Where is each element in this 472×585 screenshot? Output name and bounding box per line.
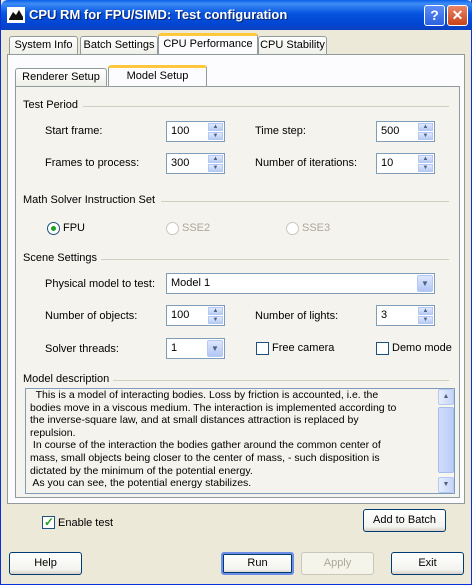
- spin-down-icon[interactable]: ▼: [208, 164, 223, 172]
- free-camera-checkbox[interactable]: [256, 342, 269, 355]
- objects-stepper[interactable]: 100 ▲ ▼: [166, 305, 225, 326]
- lights-label: Number of lights:: [255, 310, 339, 322]
- objects-value[interactable]: 100: [171, 309, 189, 321]
- demo-mode-label[interactable]: Demo mode: [392, 342, 452, 354]
- scroll-up-icon[interactable]: ▲: [438, 389, 454, 405]
- description-line: bodies move in a viscous medium. The int…: [30, 401, 397, 414]
- solver-threads-value[interactable]: 1: [171, 342, 177, 354]
- apply-button: Apply: [301, 552, 374, 575]
- tab-batch-settings[interactable]: Batch Settings: [80, 36, 158, 54]
- lights-stepper[interactable]: 3 ▲ ▼: [376, 305, 435, 326]
- description-line: the inverse-square law, and at small dis…: [30, 414, 359, 427]
- help-button[interactable]: Help: [9, 552, 82, 575]
- frames-to-process-label: Frames to process:: [45, 157, 140, 169]
- scene-settings-heading: Scene Settings: [23, 252, 97, 264]
- spin-up-icon[interactable]: ▲: [418, 307, 433, 315]
- physical-model-label: Physical model to test:: [45, 278, 156, 290]
- enable-test-checkbox[interactable]: [42, 515, 55, 529]
- description-line: mass, small objects being closer to the …: [30, 451, 380, 464]
- math-solver-divider: [161, 201, 449, 202]
- model-description-heading: Model description: [23, 373, 110, 385]
- objects-label: Number of objects:: [45, 310, 138, 322]
- spin-up-icon[interactable]: ▲: [208, 155, 223, 163]
- fpu-label[interactable]: FPU: [63, 222, 85, 234]
- frames-to-process-stepper[interactable]: 300 ▲ ▼: [166, 153, 225, 174]
- sse3-radio: [286, 222, 299, 235]
- time-step-value[interactable]: 500: [381, 125, 399, 137]
- spin-up-icon[interactable]: ▲: [418, 155, 433, 163]
- fpu-radio[interactable]: [47, 222, 60, 235]
- physical-model-select[interactable]: Model 1 ▼: [166, 273, 435, 294]
- lights-value[interactable]: 3: [381, 309, 387, 321]
- spin-up-icon[interactable]: ▲: [208, 123, 223, 131]
- tab-system-info[interactable]: System Info: [9, 36, 78, 54]
- start-frame-label: Start frame:: [45, 125, 103, 137]
- spin-up-icon[interactable]: ▲: [418, 123, 433, 131]
- solver-threads-select[interactable]: 1 ▼: [166, 338, 225, 359]
- spin-down-icon[interactable]: ▼: [418, 164, 433, 172]
- free-camera-label[interactable]: Free camera: [272, 342, 334, 354]
- frames-to-process-value[interactable]: 300: [171, 157, 189, 169]
- description-line: In course of the interaction the bodies …: [30, 439, 381, 452]
- spin-down-icon[interactable]: ▼: [208, 316, 223, 324]
- model-description-box[interactable]: This is a model of interacting bodies. L…: [25, 388, 455, 494]
- run-button[interactable]: Run: [221, 552, 294, 575]
- window-title: CPU RM for FPU/SIMD: Test configuration: [29, 7, 288, 22]
- description-line: This is a model of interacting bodies. L…: [30, 389, 379, 401]
- tab-cpu-stability[interactable]: CPU Stability: [258, 36, 327, 54]
- tab-cpu-performance[interactable]: CPU Performance: [158, 33, 258, 54]
- spin-up-icon[interactable]: ▲: [208, 307, 223, 315]
- model-description-text: This is a model of interacting bodies. L…: [30, 389, 434, 490]
- exit-button[interactable]: Exit: [391, 552, 464, 575]
- enable-test-label[interactable]: Enable test: [58, 517, 113, 529]
- close-icon[interactable]: ✕: [447, 5, 468, 26]
- sse2-label: SSE2: [182, 222, 211, 234]
- iterations-value[interactable]: 10: [381, 157, 393, 169]
- subtab-renderer-setup[interactable]: Renderer Setup: [15, 68, 107, 86]
- spin-down-icon[interactable]: ▼: [418, 316, 433, 324]
- description-line: As you can see, the potential energy sta…: [30, 477, 252, 490]
- demo-mode-checkbox[interactable]: [376, 342, 389, 355]
- chevron-down-icon[interactable]: ▼: [417, 275, 433, 292]
- test-period-divider: [83, 106, 449, 107]
- title-bar[interactable]: CPU RM for FPU/SIMD: Test configuration …: [1, 0, 472, 30]
- test-period-heading: Test Period: [23, 99, 79, 111]
- spin-down-icon[interactable]: ▼: [208, 132, 223, 140]
- description-scrollbar[interactable]: ▲ ▼: [438, 389, 454, 493]
- physical-model-value[interactable]: Model 1: [171, 277, 210, 289]
- sse2-radio: [166, 222, 179, 235]
- model-description-divider: [113, 380, 449, 381]
- config-window: CPU RM for FPU/SIMD: Test configuration …: [0, 0, 472, 585]
- app-icon: [7, 7, 25, 23]
- chevron-down-icon[interactable]: ▼: [207, 340, 223, 357]
- help-icon[interactable]: ?: [424, 5, 445, 26]
- time-step-label: Time step:: [255, 125, 306, 137]
- description-line: dictated by the minimum of the potential…: [30, 464, 253, 477]
- solver-threads-label: Solver threads:: [45, 343, 119, 355]
- iterations-label: Number of iterations:: [255, 157, 358, 169]
- time-step-stepper[interactable]: 500 ▲ ▼: [376, 121, 435, 142]
- description-line: repulsion.: [30, 426, 76, 439]
- iterations-stepper[interactable]: 10 ▲ ▼: [376, 153, 435, 174]
- subtab-model-setup[interactable]: Model Setup: [108, 65, 207, 86]
- scroll-down-icon[interactable]: ▼: [438, 477, 454, 493]
- add-to-batch-button[interactable]: Add to Batch: [363, 509, 446, 532]
- sse3-label: SSE3: [302, 222, 331, 234]
- scene-settings-divider: [101, 259, 449, 260]
- start-frame-value[interactable]: 100: [171, 125, 189, 137]
- spin-down-icon[interactable]: ▼: [418, 132, 433, 140]
- scroll-thumb[interactable]: [438, 407, 454, 473]
- start-frame-stepper[interactable]: 100 ▲ ▼: [166, 121, 225, 142]
- math-solver-heading: Math Solver Instruction Set: [23, 194, 156, 206]
